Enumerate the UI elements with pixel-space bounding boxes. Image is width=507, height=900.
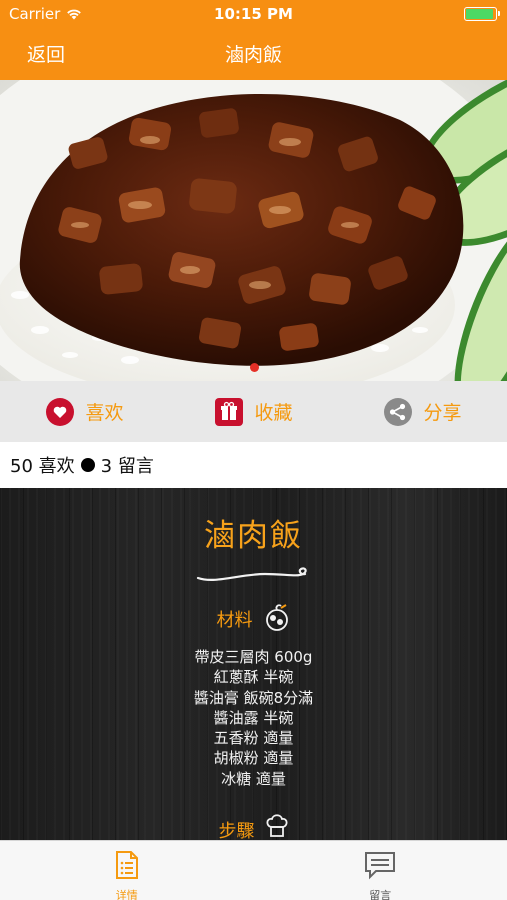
carousel-page-indicator xyxy=(250,363,259,372)
recipe-board[interactable]: 滷肉飯 材料 帶皮三層肉 600g 紅蔥酥 半碗 醬油膏 飯碗8分滿 醬油露 半… xyxy=(0,488,507,840)
tab-bar: 详情 留言 xyxy=(0,840,507,900)
dish-photo[interactable] xyxy=(0,80,507,381)
ingredient-list: 帶皮三層肉 600g 紅蔥酥 半碗 醬油膏 飯碗8分滿 醬油露 半碗 五香粉 適… xyxy=(0,647,507,789)
gift-icon xyxy=(214,397,244,427)
like-button[interactable]: 喜欢 xyxy=(0,381,169,442)
vegetables-icon xyxy=(263,602,291,636)
ingredient-item: 冰糖 適量 xyxy=(221,769,286,788)
steps-section-header: 步驟 xyxy=(0,813,507,840)
ingredient-item: 五香粉 適量 xyxy=(213,729,294,748)
like-label: 喜欢 xyxy=(85,402,124,424)
engagement-stats: 50 喜欢 3 留言 xyxy=(0,442,507,488)
tab-details-label: 详情 xyxy=(115,889,138,900)
tab-details[interactable]: 详情 xyxy=(0,841,254,900)
favorite-button[interactable]: 收藏 xyxy=(169,381,338,442)
steps-heading: 步驟 xyxy=(218,821,255,840)
ingredient-item: 紅蔥酥 半碗 xyxy=(213,668,294,687)
status-bar: Carrier 10:15 PM xyxy=(0,0,507,28)
chef-hat-icon xyxy=(265,813,289,840)
navigation-bar: Carrier 10:15 PM 返回 滷肉飯 xyxy=(0,0,507,80)
ingredient-item: 胡椒粉 適量 xyxy=(213,749,294,768)
ingredient-item: 醬油膏 飯碗8分滿 xyxy=(193,688,314,707)
bullet-separator xyxy=(80,458,95,472)
document-icon xyxy=(114,850,140,884)
share-button[interactable]: 分享 xyxy=(338,381,507,442)
clock: 10:15 PM xyxy=(214,5,293,23)
ingredients-heading: 材料 xyxy=(216,610,253,631)
battery-icon xyxy=(464,7,500,21)
action-bar: 喜欢 收藏 分享 xyxy=(0,381,507,442)
share-label: 分享 xyxy=(423,402,462,424)
tab-comments-label: 留言 xyxy=(369,889,392,900)
flourish-divider xyxy=(196,567,307,582)
ingredient-item: 醬油露 半碗 xyxy=(213,708,294,727)
recipe-title: 滷肉飯 xyxy=(204,518,303,554)
tab-comments[interactable]: 留言 xyxy=(254,841,507,900)
share-icon xyxy=(383,397,413,427)
ingredients-section-header: 材料 xyxy=(0,602,507,636)
likes-count: 50 喜欢 xyxy=(10,456,75,477)
favorite-label: 收藏 xyxy=(254,402,293,424)
comments-count: 3 留言 xyxy=(100,456,154,477)
page-title: 滷肉飯 xyxy=(224,44,282,66)
heart-icon xyxy=(45,397,75,427)
chat-icon xyxy=(364,850,396,884)
ingredient-item: 帶皮三層肉 600g xyxy=(194,648,313,666)
